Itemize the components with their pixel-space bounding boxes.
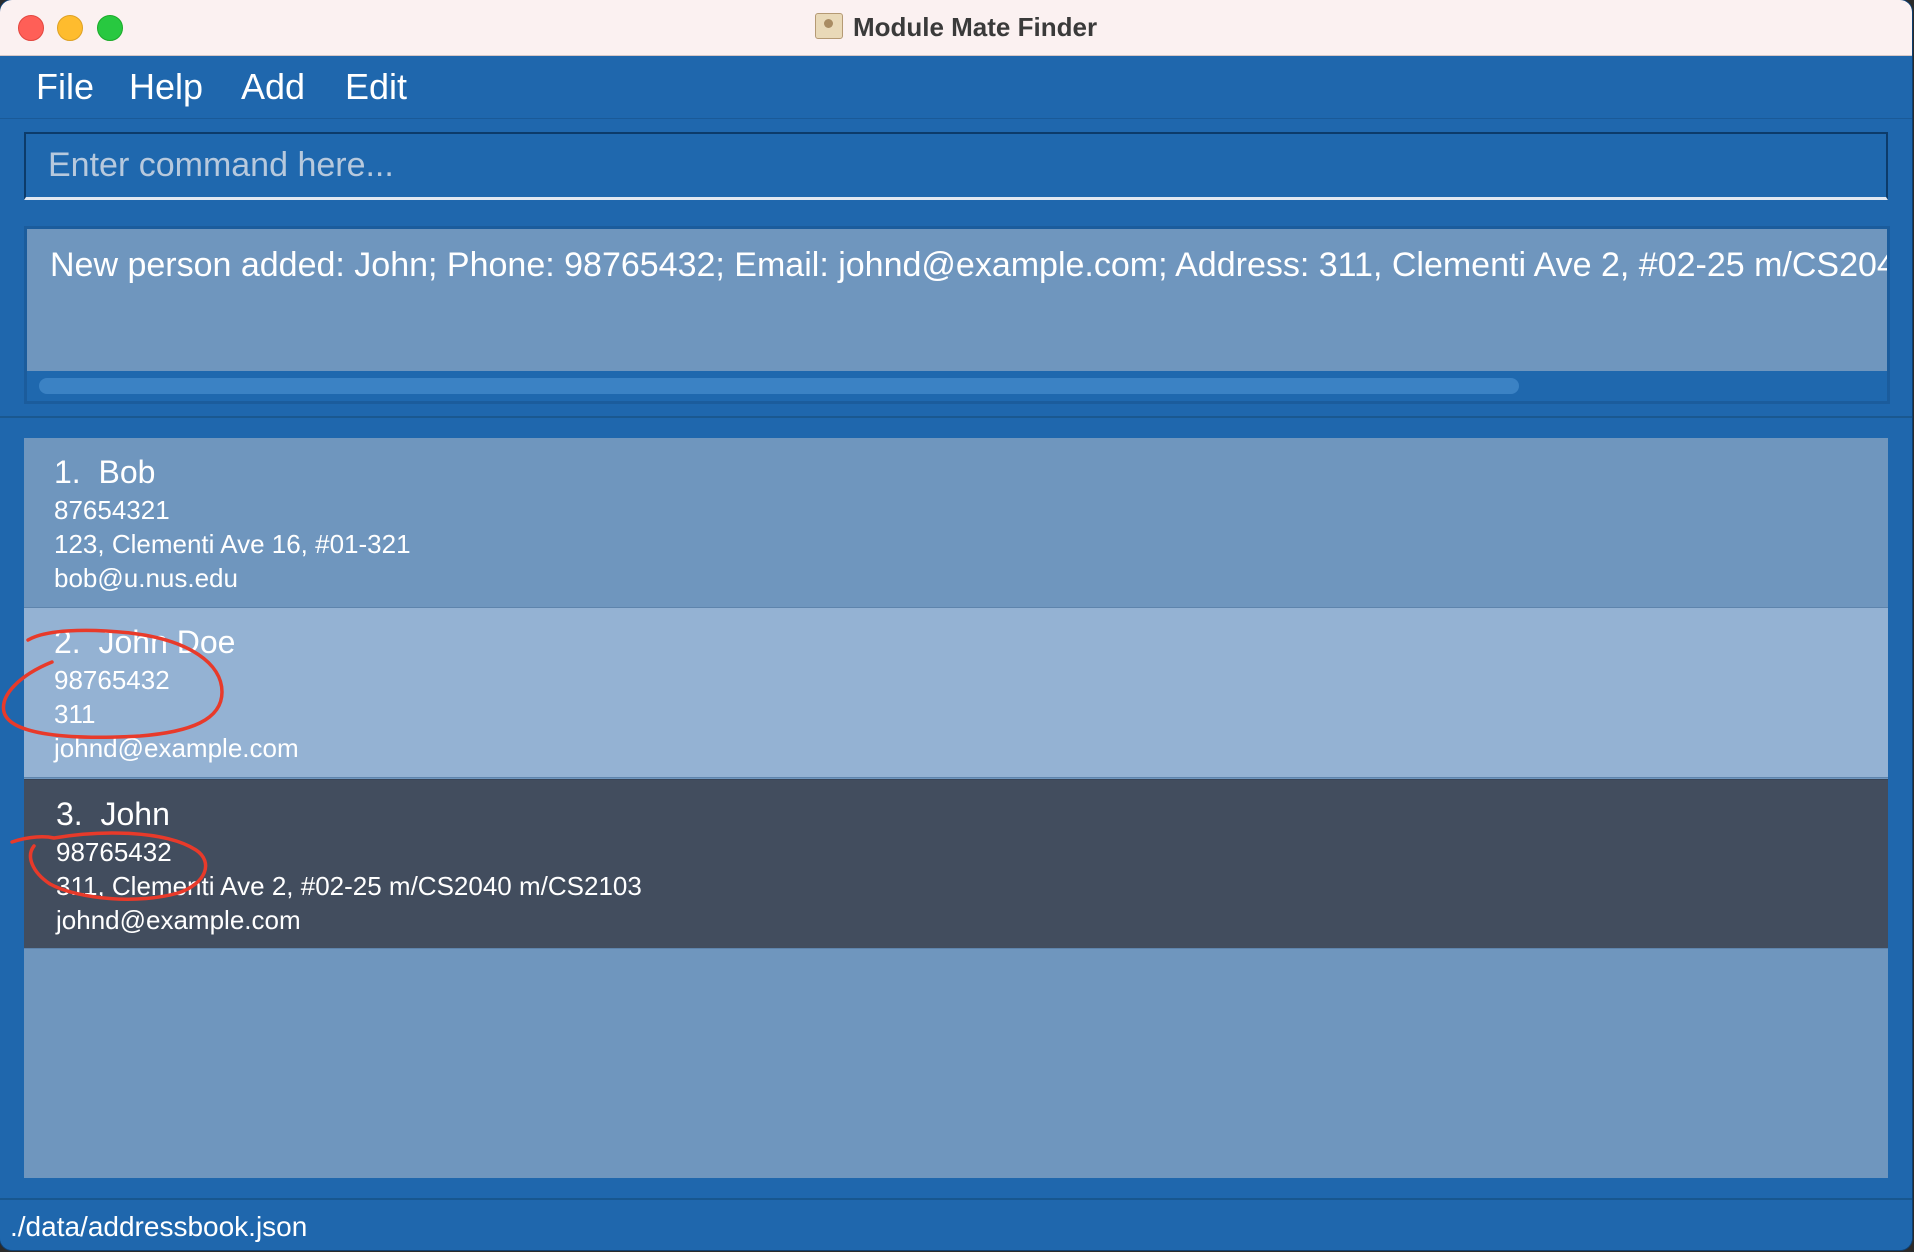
person-card-2[interactable]: 2. John Doe 98765432 311 johnd@example.c… bbox=[24, 608, 1888, 778]
person-address: 311, Clementi Ave 2, #02-25 m/CS2040 m/C… bbox=[56, 871, 642, 901]
person-address: 123, Clementi Ave 16, #01-321 bbox=[54, 529, 411, 559]
divider bbox=[0, 416, 1912, 418]
person-phone: 98765432 bbox=[54, 665, 170, 695]
person-address: 311 bbox=[54, 699, 96, 729]
menu-add[interactable]: Add bbox=[241, 64, 305, 110]
person-phone: 98765432 bbox=[56, 837, 172, 867]
window-title-text: Module Mate Finder bbox=[852, 12, 1098, 42]
command-input[interactable] bbox=[24, 132, 1888, 200]
person-list[interactable]: 1. Bob 87654321 123, Clementi Ave 16, #0… bbox=[24, 438, 1888, 1178]
person-name: 1. Bob bbox=[54, 454, 156, 490]
person-email: johnd@example.com bbox=[56, 905, 301, 935]
person-phone: 87654321 bbox=[54, 495, 170, 525]
menu-bar: File Help Add Edit bbox=[0, 56, 1912, 119]
window-title: Module Mate Finder bbox=[0, 10, 1912, 44]
status-file-path: ./data/addressbook.json bbox=[10, 1211, 308, 1242]
menu-file[interactable]: File bbox=[36, 64, 94, 110]
menu-help[interactable]: Help bbox=[129, 64, 203, 110]
person-email: johnd@example.com bbox=[54, 733, 299, 763]
result-display[interactable]: New person added: John; Phone: 98765432;… bbox=[24, 226, 1890, 404]
person-email: bob@u.nus.edu bbox=[54, 563, 238, 593]
person-card-1[interactable]: 1. Bob 87654321 123, Clementi Ave 16, #0… bbox=[24, 438, 1888, 608]
result-scrollbar-thumb[interactable] bbox=[39, 378, 1519, 394]
person-name: 3. John bbox=[56, 796, 170, 832]
result-horizontal-scrollbar[interactable] bbox=[27, 371, 1887, 401]
person-name: 2. John Doe bbox=[54, 624, 236, 660]
app-window: Module Mate Finder File Help Add Edit Ne… bbox=[0, 0, 1912, 1250]
status-bar: ./data/addressbook.json bbox=[0, 1198, 1912, 1250]
menu-edit[interactable]: Edit bbox=[345, 64, 407, 110]
address-book-icon bbox=[814, 13, 843, 39]
result-message: New person added: John; Phone: 98765432;… bbox=[50, 246, 1890, 284]
title-bar: Module Mate Finder bbox=[0, 0, 1912, 56]
person-card-3-selected[interactable]: 3. John 98765432 311, Clementi Ave 2, #0… bbox=[24, 779, 1888, 949]
